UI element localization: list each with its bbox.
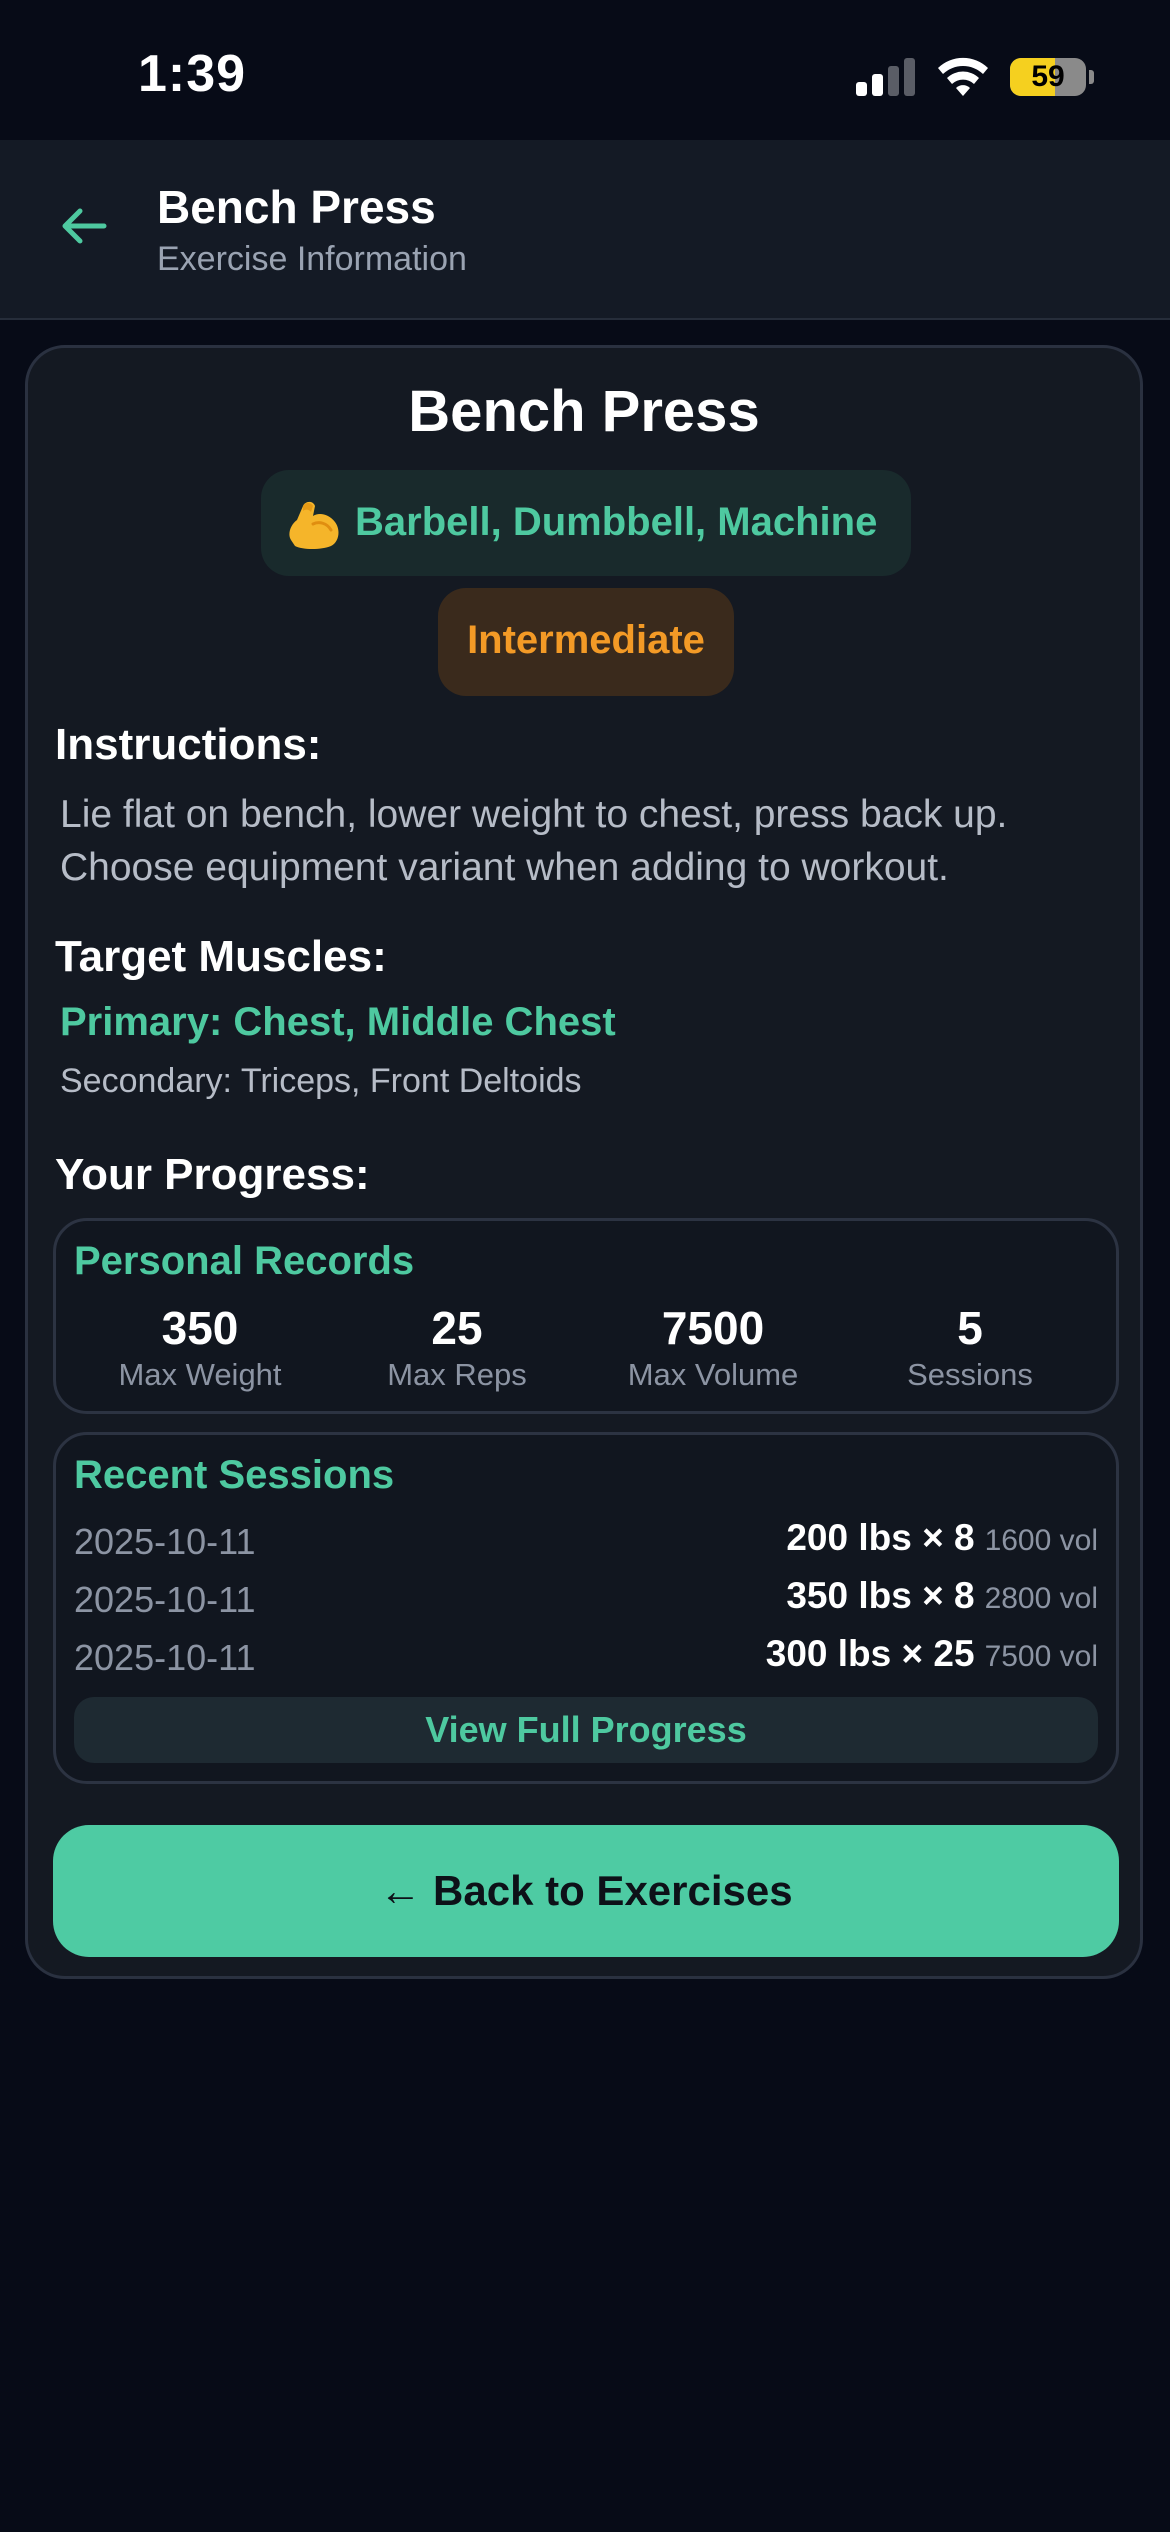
session-row: 2025-10-11 350 lbs × 8 2800 vol [74, 1575, 1098, 1625]
session-volume: 1600 vol [984, 1524, 1098, 1557]
flexed-biceps-icon [289, 501, 339, 549]
session-row: 2025-10-11 200 lbs × 8 1600 vol [74, 1517, 1098, 1567]
difficulty-label: Intermediate [467, 618, 705, 662]
session-date: 2025-10-11 [74, 1637, 256, 1678]
stat-max-reps: 25 Max Reps [327, 1301, 587, 1393]
stat-value: 5 [957, 1302, 983, 1354]
session-date: 2025-10-11 [74, 1579, 256, 1620]
wifi-icon [938, 57, 988, 96]
battery-icon: 59 [1010, 58, 1086, 96]
primary-muscles: Primary: Chest, Middle Chest [60, 1000, 616, 1044]
personal-records-box: Personal Records 350 Max Weight 25 Max R… [53, 1218, 1119, 1414]
personal-records-heading: Personal Records [74, 1239, 415, 1283]
stat-label: Max Weight [118, 1357, 282, 1392]
difficulty-badge: Intermediate [438, 588, 734, 696]
view-full-progress-button[interactable]: View Full Progress [74, 1697, 1098, 1763]
secondary-muscles: Secondary: Triceps, Front Deltoids [60, 1062, 582, 1100]
exercise-title: Bench Press [408, 379, 760, 444]
session-row: 2025-10-11 300 lbs × 25 7500 vol [74, 1633, 1098, 1683]
app-header: Bench Press Exercise Information [0, 140, 1170, 320]
session-volume: 2800 vol [984, 1582, 1098, 1615]
stat-sessions: 5 Sessions [840, 1301, 1100, 1393]
stat-value: 7500 [661, 1302, 765, 1354]
battery-percent: 59 [1031, 60, 1065, 93]
exercise-card: Bench Press Barbell, Dumbbell, Machine I… [25, 345, 1143, 1979]
stat-value: 25 [431, 1302, 483, 1354]
recent-sessions-box: Recent Sessions 2025-10-11 200 lbs × 8 16… [53, 1432, 1119, 1784]
session-weight-reps: 300 lbs × 25 [765, 1633, 975, 1674]
session-weight-reps: 200 lbs × 8 [786, 1517, 975, 1558]
header-subtitle: Exercise Information [157, 240, 467, 278]
session-weight-reps: 350 lbs × 8 [786, 1575, 975, 1616]
equipment-label: Barbell, Dumbbell, Machine [355, 500, 878, 544]
header-title: Bench Press [157, 181, 436, 233]
target-muscles-heading: Target Muscles: [55, 932, 387, 981]
status-time: 1:39 [138, 45, 247, 103]
stat-label: Max Reps [387, 1357, 527, 1392]
instructions-heading: Instructions: [55, 720, 322, 769]
battery-tip [1089, 70, 1094, 84]
cellular-signal-icon [856, 58, 916, 96]
session-date: 2025-10-11 [74, 1521, 256, 1562]
stat-max-weight: 350 Max Weight [70, 1301, 330, 1393]
stat-label: Max Volume [627, 1357, 799, 1392]
stat-value: 350 [161, 1302, 239, 1354]
instructions-text: Lie flat on bench, lower weight to chest… [60, 793, 1008, 889]
recent-sessions-heading: Recent Sessions [74, 1453, 395, 1497]
back-arrow-icon[interactable] [58, 200, 110, 252]
session-volume: 7500 vol [984, 1640, 1098, 1673]
status-bar: 1:39 59 [0, 0, 1170, 140]
stat-label: Sessions [907, 1357, 1033, 1392]
stat-max-volume: 7500 Max Volume [583, 1301, 843, 1393]
progress-heading: Your Progress: [55, 1150, 370, 1199]
equipment-chip: Barbell, Dumbbell, Machine [261, 470, 911, 576]
back-to-exercises-button[interactable]: ← Back to Exercises [53, 1825, 1119, 1957]
